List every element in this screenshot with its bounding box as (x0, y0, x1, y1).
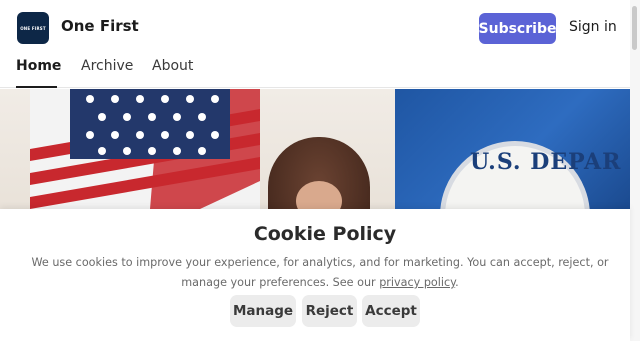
nav-tabs: Home Archive About (0, 56, 630, 88)
subscribe-button[interactable]: Subscribe (479, 13, 556, 44)
cookie-text-after: . (455, 276, 459, 289)
scrollbar-thumb[interactable] (632, 6, 637, 50)
accept-button[interactable]: Accept (362, 295, 420, 327)
tab-archive[interactable]: Archive (81, 58, 133, 88)
privacy-policy-link[interactable]: privacy policy (379, 276, 455, 289)
publication-logo[interactable]: ONE FIRST (17, 12, 49, 44)
top-bar: ONE FIRST One First Subscribe Sign in (0, 0, 630, 56)
tab-home[interactable]: Home (16, 58, 61, 88)
reject-button[interactable]: Reject (302, 295, 357, 327)
cookie-text-before: We use cookies to improve your experienc… (31, 256, 609, 289)
cookie-title: Cookie Policy (253, 223, 397, 245)
tab-about[interactable]: About (152, 58, 193, 88)
cookie-banner: Cookie Policy We use cookies to improve … (0, 209, 630, 341)
logo-text: ONE FIRST (20, 25, 46, 31)
us-flag-image (30, 89, 260, 209)
hero-image[interactable]: U.S. DEPAR (0, 89, 630, 209)
seal-text: U.S. DEPAR (470, 149, 622, 175)
publication-name[interactable]: One First (61, 17, 139, 35)
sign-in-link[interactable]: Sign in (569, 19, 617, 35)
cookie-description: We use cookies to improve your experienc… (14, 253, 626, 293)
manage-button[interactable]: Manage (230, 295, 296, 327)
scrollbar[interactable] (630, 0, 640, 341)
